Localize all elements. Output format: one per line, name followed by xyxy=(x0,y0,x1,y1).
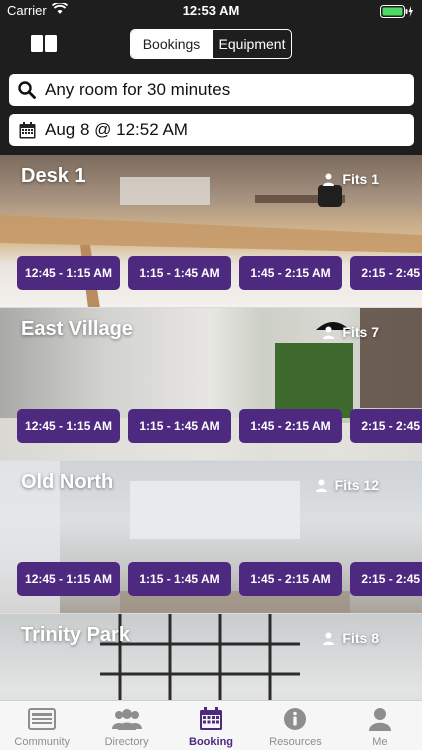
room-name: Trinity Park xyxy=(21,624,130,646)
time-slot-button[interactable]: 1:15 - 1:45 AM xyxy=(128,409,231,443)
community-icon xyxy=(28,704,57,734)
status-time: 12:53 AM xyxy=(182,3,240,18)
room-capacity: Fits 7 xyxy=(322,324,379,340)
info-icon xyxy=(283,704,307,734)
room-card-east-village[interactable]: East Village Fits 7 12:45 - 1:15 AM 1:15… xyxy=(0,308,422,461)
room-name: East Village xyxy=(21,318,133,340)
time-slot-button[interactable]: 12:45 - 1:15 AM xyxy=(17,409,120,443)
tab-label: Me xyxy=(372,736,388,748)
person-icon xyxy=(323,326,335,339)
tab-community[interactable]: Community xyxy=(0,701,84,750)
battery-icon xyxy=(380,5,414,18)
time-slot-button[interactable]: 12:45 - 1:15 AM xyxy=(17,256,120,290)
mode-segmented-control: Bookings Equipment xyxy=(130,29,292,59)
room-capacity-label: Fits 7 xyxy=(342,324,379,340)
room-card-desk-1[interactable]: Desk 1 Fits 1 12:45 - 1:15 AM 1:15 - 1:4… xyxy=(0,155,422,308)
tab-label: Booking xyxy=(189,736,234,748)
calendar-icon xyxy=(9,121,45,139)
search-icon xyxy=(9,81,45,99)
tab-directory[interactable]: Directory xyxy=(84,701,168,750)
time-slot-button[interactable]: 1:45 - 2:15 AM xyxy=(239,256,342,290)
time-slot-button[interactable]: 2:15 - 2:45 AM xyxy=(350,562,422,596)
time-slot-button[interactable]: 1:15 - 1:45 AM xyxy=(128,562,231,596)
segment-equipment[interactable]: Equipment xyxy=(212,30,291,58)
room-capacity-label: Fits 12 xyxy=(334,477,379,493)
person-icon xyxy=(323,632,335,645)
tab-label: Community xyxy=(14,736,71,748)
person-icon xyxy=(368,704,392,734)
time-slot-row: 12:45 - 1:15 AM 1:15 - 1:45 AM 1:45 - 2:… xyxy=(17,409,422,443)
room-capacity-label: Fits 1 xyxy=(342,171,379,187)
time-slot-button[interactable]: 1:45 - 2:15 AM xyxy=(239,409,342,443)
person-icon xyxy=(315,479,327,492)
room-capacity: Fits 12 xyxy=(315,477,379,493)
nav-bar: Bookings Equipment xyxy=(0,22,422,66)
room-capacity: Fits 8 xyxy=(322,630,379,646)
time-slot-row: 12:45 - 1:15 AM 1:15 - 1:45 AM 1:45 - 2:… xyxy=(17,562,422,596)
time-slot-button[interactable]: 2:15 - 2:45 AM xyxy=(350,256,422,290)
room-card-old-north[interactable]: Old North Fits 12 12:45 - 1:15 AM 1:15 -… xyxy=(0,461,422,614)
time-slot-button[interactable]: 1:45 - 2:15 AM xyxy=(239,562,342,596)
room-name: Old North xyxy=(21,471,114,493)
tab-label: Directory xyxy=(104,736,149,748)
room-capacity: Fits 1 xyxy=(322,171,379,187)
tab-resources[interactable]: Resources xyxy=(253,701,337,750)
time-slot-button[interactable]: 2:15 - 2:45 AM xyxy=(350,409,422,443)
room-capacity-label: Fits 8 xyxy=(342,630,379,646)
date-picker-text: Aug 8 @ 12:52 AM xyxy=(45,120,188,139)
tab-bar: Community Directory Booking Resources Me xyxy=(0,700,422,750)
person-icon xyxy=(323,173,335,186)
filter-controls: Any room for 30 minutes Aug 8 @ 12:52 AM xyxy=(0,66,422,155)
room-search-text: Any room for 30 minutes xyxy=(45,80,231,99)
directory-icon xyxy=(109,704,145,734)
calendar-icon xyxy=(199,704,223,734)
tab-label: Resources xyxy=(269,736,322,748)
tab-booking[interactable]: Booking xyxy=(169,701,253,750)
time-slot-button[interactable]: 12:45 - 1:15 AM xyxy=(17,562,120,596)
room-search-field[interactable]: Any room for 30 minutes xyxy=(9,74,414,106)
status-bar: Carrier 12:53 AM xyxy=(0,0,422,22)
room-list: Desk 1 Fits 1 12:45 - 1:15 AM 1:15 - 1:4… xyxy=(0,155,422,700)
time-slot-button[interactable]: 1:15 - 1:45 AM xyxy=(128,256,231,290)
segment-bookings[interactable]: Bookings xyxy=(131,30,212,58)
tab-me[interactable]: Me xyxy=(338,701,422,750)
room-card-trinity-park[interactable]: Trinity Park Fits 8 xyxy=(0,614,422,700)
view-toggle-icon[interactable] xyxy=(31,35,57,52)
date-picker-field[interactable]: Aug 8 @ 12:52 AM xyxy=(9,114,414,146)
time-slot-row: 12:45 - 1:15 AM 1:15 - 1:45 AM 1:45 - 2:… xyxy=(17,256,422,290)
room-name: Desk 1 xyxy=(21,165,86,187)
